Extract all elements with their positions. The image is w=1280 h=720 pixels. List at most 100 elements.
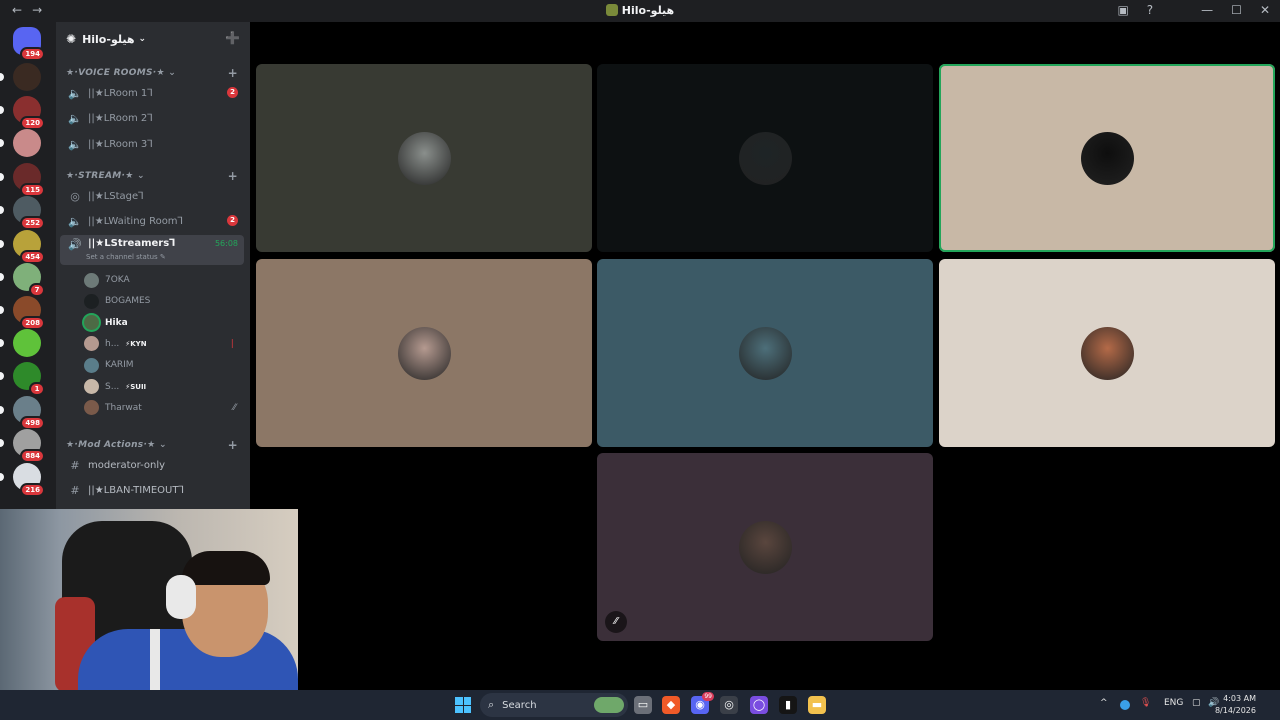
voice-user[interactable]: 7OKA: [84, 270, 242, 290]
system-clock[interactable]: 4:03 AM 8/14/2026: [1215, 693, 1256, 717]
voice-user-name: Tharwat: [105, 402, 142, 413]
server-icon-2[interactable]: 120: [0, 96, 45, 130]
voice-user[interactable]: BOGAMES: [84, 291, 242, 311]
channel-moderator-only[interactable]: # moderator-only: [60, 454, 244, 476]
search-highlight-image: [594, 697, 624, 713]
channel-status-link[interactable]: Set a channel status ✎: [86, 253, 166, 261]
create-channel-icon[interactable]: +: [228, 438, 238, 452]
server-icon-6[interactable]: 454: [0, 230, 45, 264]
start-button[interactable]: [455, 697, 471, 713]
window-title-text: Hilo-هيلو: [621, 4, 675, 17]
server-icon-1[interactable]: [0, 63, 41, 91]
participant-tile[interactable]: [256, 259, 592, 447]
category-stream[interactable]: ★·STREAM·★ ⌄ +: [66, 169, 240, 183]
server-icon-10[interactable]: 1: [0, 362, 45, 396]
headset: [166, 575, 196, 619]
participant-avatar: [739, 521, 792, 574]
participant-tile[interactable]: [939, 64, 1275, 252]
participant-tile[interactable]: [256, 64, 592, 252]
server-icon-5[interactable]: 252: [0, 196, 45, 230]
circle-app-icon[interactable]: ◯: [750, 696, 768, 714]
app-glyph: ▭: [637, 698, 649, 711]
channel-room-2[interactable]: 🔈 ||★LRoom 2⅂: [60, 107, 244, 129]
category-voice-rooms[interactable]: ★·VOICE ROOMS·★ ⌄ +: [66, 66, 240, 80]
mention-badge: 208: [20, 316, 45, 330]
clock-time: 4:03 AM: [1223, 694, 1256, 703]
avatar: [84, 400, 99, 416]
channel-waiting-room[interactable]: 🔈 ||★LWaiting Room⅂ 2: [60, 210, 244, 232]
unread-indicator: [0, 473, 4, 481]
voice-user[interactable]: Tharwat ⁄⁄: [84, 398, 242, 418]
add-member-icon[interactable]: ➕: [225, 31, 240, 45]
language-indicator[interactable]: ENG: [1164, 698, 1183, 708]
clock-date: 8/14/2026: [1214, 706, 1256, 715]
voice-user-name: KARIM: [105, 360, 134, 371]
server-icon-7[interactable]: 7: [0, 263, 45, 297]
cloud-icon[interactable]: [1120, 700, 1130, 710]
server-icon-13[interactable]: 216: [0, 463, 45, 497]
voice-user[interactable]: KARIM: [84, 355, 242, 375]
user-tag: ⚡KYN: [125, 339, 147, 348]
brave-icon[interactable]: ◆: [662, 696, 680, 714]
folder-icon[interactable]: ▬: [808, 696, 826, 714]
streamer-hair: [182, 551, 270, 585]
server-icon-3[interactable]: [0, 129, 41, 157]
voice-user[interactable]: h... ⚡KYN ❘: [84, 334, 242, 354]
mention-badge: 498: [20, 416, 45, 430]
speaker-icon: 🔈: [68, 111, 82, 125]
participant-tile[interactable]: ⁄⁄: [597, 453, 933, 641]
channel-label: ||★LStage⅂: [88, 190, 144, 202]
deafened-icon: ⁄⁄: [605, 611, 627, 633]
server-icon: [605, 4, 618, 16]
participant-tile[interactable]: [597, 259, 933, 447]
speaker-icon: 🔈: [68, 137, 82, 151]
capcut-icon[interactable]: ▮: [779, 696, 797, 714]
channel-label: ||★LRoom 1⅂: [88, 87, 153, 99]
file-explorer-icon[interactable]: ▭: [634, 696, 652, 714]
window-controls: ▣ ? — ☐ ✕: [1117, 3, 1270, 17]
mention-badge: 120: [20, 116, 45, 130]
server-icon-4[interactable]: 115: [0, 163, 45, 197]
hashtag-icon: #: [70, 483, 80, 497]
server-icon-0[interactable]: 194: [13, 27, 45, 61]
microphone-icon[interactable]: 🎙: [1140, 698, 1151, 708]
create-channel-icon[interactable]: +: [228, 66, 238, 80]
create-channel-icon[interactable]: +: [228, 169, 238, 183]
channel-room-3[interactable]: 🔈 ||★LRoom 3⅂: [60, 133, 244, 155]
channel-stage[interactable]: ◎ ||★LStage⅂: [60, 185, 244, 207]
unread-indicator: [0, 173, 4, 181]
server-icon-12[interactable]: 884: [0, 429, 45, 463]
participant-tile[interactable]: [597, 64, 933, 252]
channel-streamers[interactable]: 🔊 ||★LStreamers⅂ 56:08 Set a channel sta…: [60, 235, 244, 265]
taskbar-search[interactable]: ⌕ Search: [480, 693, 628, 717]
app-glyph: ◯: [752, 698, 766, 711]
server-header[interactable]: ✺ Hilo-هيلو ⌄ ➕: [56, 22, 250, 56]
inbox-icon[interactable]: ▣: [1117, 3, 1128, 17]
participant-avatar: [1081, 327, 1134, 380]
voice-user[interactable]: S... ⚡SUII: [84, 377, 242, 397]
discord-taskbar-icon[interactable]: ◉ 99: [691, 692, 714, 714]
close-icon[interactable]: ✕: [1260, 3, 1270, 17]
server-icon-11[interactable]: 498: [0, 396, 45, 430]
participant-tile[interactable]: [939, 259, 1275, 447]
obs-icon[interactable]: ◎: [720, 696, 738, 714]
category-mod-actions[interactable]: ★·Mod Actions·★ ⌄ +: [66, 438, 240, 452]
tray-chevron-icon[interactable]: ^: [1100, 698, 1108, 708]
maximize-icon[interactable]: ☐: [1231, 3, 1242, 17]
network-icon[interactable]: ▢: [1192, 698, 1201, 708]
window-titlebar: ← → Hilo-هيلو ▣ ? — ☐ ✕: [0, 0, 1280, 22]
minimize-icon[interactable]: —: [1201, 3, 1213, 17]
mention-badge: 7: [29, 283, 45, 297]
channel-room-1[interactable]: 🔈 ||★LRoom 1⅂ 2: [60, 82, 244, 104]
voice-user-name: Hika: [105, 317, 128, 328]
channel-ban-timeout[interactable]: # ||★LBAN-TIMEOUT⅂: [60, 479, 244, 501]
avatar: [84, 336, 99, 352]
channel-sidebar: ✺ Hilo-هيلو ⌄ ➕ ★·VOICE ROOMS·★ ⌄ + 🔈 ||…: [56, 22, 250, 512]
voice-user[interactable]: Hika: [84, 313, 242, 333]
server-icon-8[interactable]: 208: [0, 296, 45, 330]
category-label: ★·Mod Actions·★ ⌄: [66, 440, 167, 450]
help-icon[interactable]: ?: [1147, 3, 1153, 17]
notification-badge: 99: [702, 692, 714, 701]
chevron-down-icon: ⌄: [138, 34, 146, 44]
server-icon-9[interactable]: [0, 329, 41, 357]
